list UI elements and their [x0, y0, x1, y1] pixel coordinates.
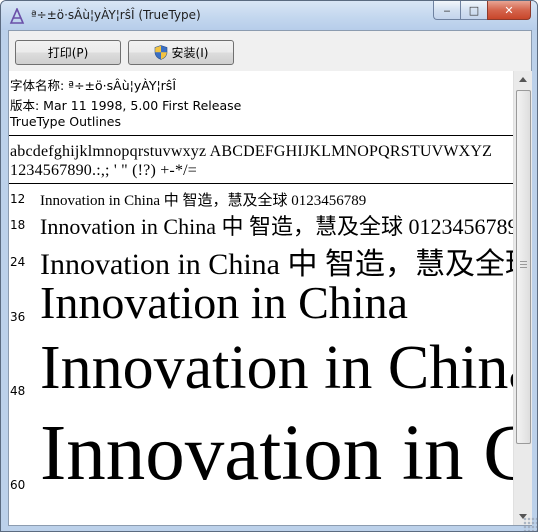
print-button-label: 打印(P) [47, 46, 89, 60]
sample-size-label: 18 [10, 218, 26, 232]
caption-buttons: ‒ □ ✕ [433, 1, 531, 21]
client-area: 打印(P) 安装(I) 字体名称: ª÷±ö·sÂù¦yÀY¦rŝÎ 版本: M… [8, 30, 532, 526]
install-button-label: 安装(I) [171, 46, 209, 60]
sample-size-label: 36 [10, 310, 26, 324]
divider [9, 183, 513, 184]
close-button[interactable]: ✕ [487, 1, 531, 20]
divider [9, 135, 513, 136]
maximize-button[interactable]: □ [460, 1, 487, 20]
vertical-scrollbar[interactable] [513, 71, 532, 525]
charset-lowercase-uppercase: abcdefghijklmnopqrstuvwxyz ABCDEFGHIJKLM… [10, 143, 493, 160]
minimize-icon: ‒ [443, 3, 451, 17]
font-version-line: 版本: Mar 11 1998, 5.00 First Release [10, 98, 242, 113]
sample-text: Innovation in China 中 智造，慧及全球 0123456789 [40, 214, 513, 239]
window-title: ª÷±ö·sÂù¦yÀY¦rŝÎ (TrueType) [31, 8, 201, 22]
font-viewer-icon [9, 8, 25, 24]
scroll-up-arrow-icon [519, 77, 527, 82]
scroll-up-button[interactable] [514, 71, 532, 88]
font-name-line: 字体名称: ª÷±ö·sÂù¦yÀY¦rŝÎ [10, 78, 177, 93]
resize-grip-icon[interactable] [523, 517, 537, 531]
sample-size-label: 60 [10, 478, 26, 492]
sample-text: Innovation in China [40, 277, 408, 328]
toolbar: 打印(P) 安装(I) [9, 31, 531, 71]
print-button[interactable]: 打印(P) [15, 40, 121, 65]
sample-size-label: 12 [10, 192, 26, 206]
font-viewer-window: ª÷±ö·sÂù¦yÀY¦rŝÎ (TrueType) ‒ □ ✕ 打印(P) [0, 0, 538, 532]
charset-digits-symbols: 1234567890.:,; ' " (!?) +-*/= [10, 162, 198, 179]
sample-size-label: 24 [10, 255, 26, 269]
title-bar[interactable]: ª÷±ö·sÂù¦yÀY¦rŝÎ (TrueType) ‒ □ ✕ [1, 1, 537, 30]
sample-size-label: 48 [10, 384, 26, 398]
close-icon: ✕ [504, 3, 514, 17]
maximize-icon: □ [468, 3, 480, 17]
font-preview-pane[interactable]: 字体名称: ª÷±ö·sÂù¦yÀY¦rŝÎ 版本: Mar 11 1998, … [9, 71, 513, 525]
minimize-button[interactable]: ‒ [433, 1, 460, 20]
uac-shield-icon [154, 45, 167, 60]
font-type-line: TrueType Outlines [10, 114, 121, 129]
sample-text: Innovation in China 中 智造，慧及全球 0123456789 [40, 193, 367, 209]
scroll-thumb[interactable] [516, 90, 531, 444]
sample-text: Innovation in China [40, 334, 513, 402]
scroll-grip-icon [520, 261, 527, 270]
sample-text: Innovation in China [40, 410, 513, 497]
install-button[interactable]: 安装(I) [128, 40, 234, 65]
